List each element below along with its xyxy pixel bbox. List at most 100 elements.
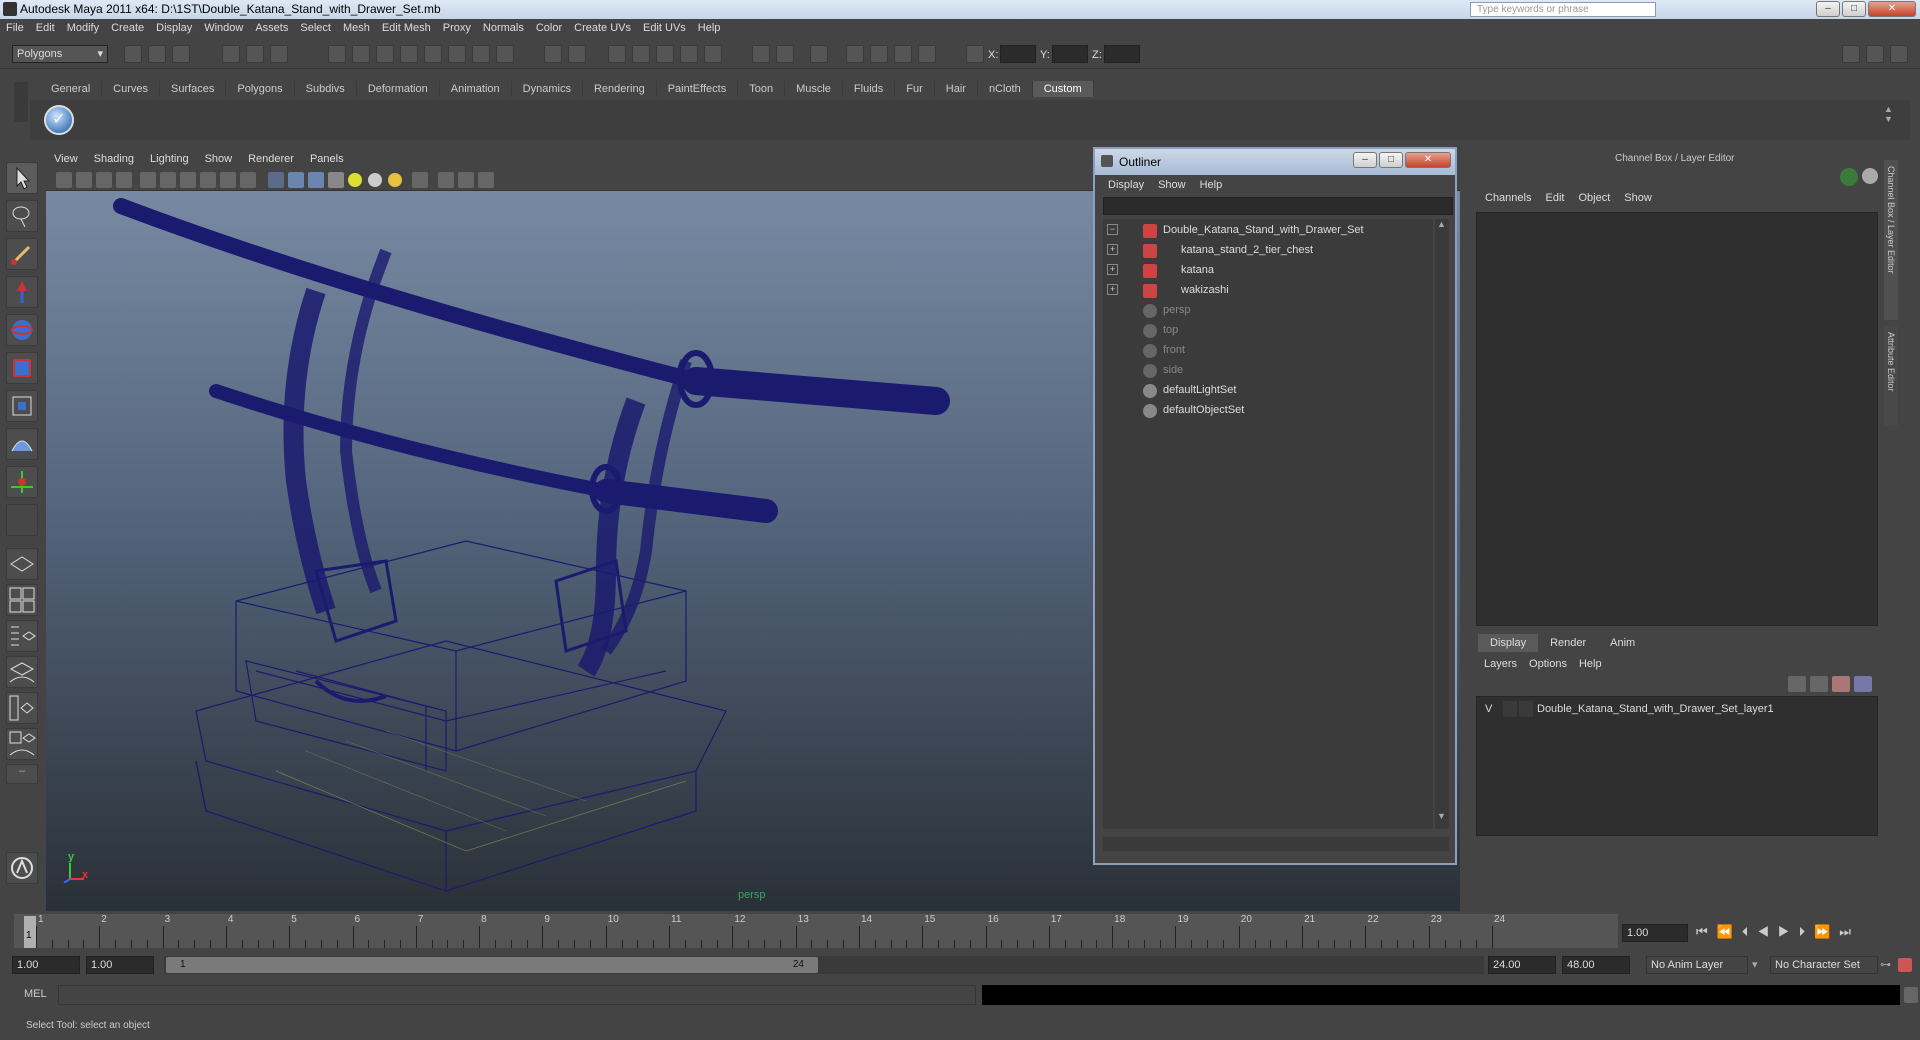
render-current-icon[interactable] (608, 45, 626, 63)
menu-normals[interactable]: Normals (477, 19, 530, 37)
shelf-scroll-icon[interactable]: ▲ ▼ (1884, 104, 1896, 134)
attribute-editor-side-tab[interactable]: Attribute Editor (1884, 326, 1898, 426)
wireframe-icon[interactable] (268, 172, 284, 188)
search-input[interactable]: Type keywords or phrase (1470, 2, 1656, 17)
camera-select-icon[interactable] (56, 172, 72, 188)
z-field[interactable] (1104, 45, 1140, 63)
save-scene-icon[interactable] (172, 45, 190, 63)
menu-file[interactable]: File (0, 19, 30, 37)
viewport-menu-renderer[interactable]: Renderer (240, 151, 302, 167)
shelf-tab-deformation[interactable]: Deformation (357, 81, 440, 97)
shelf-tab-subdivs[interactable]: Subdivs (295, 81, 357, 97)
layer-new-empty-icon[interactable] (1854, 676, 1872, 692)
time-slider[interactable]: 1 1 2 3 4 5 6 7 8 9 10 11 12 13 14 15 16 17 18 19 20 21 22 23 2… (0, 912, 1920, 950)
expand-icon[interactable]: + (1107, 244, 1118, 255)
universal-manip-icon[interactable] (6, 390, 38, 422)
marquee-icon[interactable] (568, 45, 586, 63)
range-slider-track[interactable]: 1 24 (164, 956, 1484, 974)
layer-name[interactable]: Double_Katana_Stand_with_Drawer_Set_laye… (1537, 703, 1774, 715)
textured-icon[interactable] (328, 172, 344, 188)
mode-selector[interactable]: Polygons ▾ (12, 45, 108, 63)
layer-create-selected-icon[interactable] (1832, 676, 1850, 692)
image-plane-icon[interactable] (116, 172, 132, 188)
soft-mod-tool-icon[interactable] (6, 428, 38, 460)
checkmark-shelf-icon[interactable]: ✓ (44, 105, 74, 135)
open-scene-icon[interactable] (148, 45, 166, 63)
animation-start-field[interactable]: 1.00 (12, 956, 80, 974)
viewport-menu-show[interactable]: Show (197, 151, 241, 167)
current-time-marker[interactable]: 1 (24, 916, 36, 948)
use-default-light-icon[interactable] (348, 173, 362, 187)
layer-type-toggle[interactable] (1503, 701, 1517, 717)
character-set-selector[interactable]: No Character Set (1770, 956, 1878, 974)
layer-menu-layers[interactable]: Layers (1478, 656, 1523, 672)
outliner-layout-icon[interactable] (6, 620, 38, 652)
expand-icon[interactable]: + (1107, 264, 1118, 275)
show-manipulator-icon[interactable] (6, 466, 38, 498)
outliner-menu-show[interactable]: Show (1151, 177, 1193, 193)
collapse-icon[interactable]: − (1107, 224, 1118, 235)
grid-icon[interactable] (140, 172, 156, 188)
outliner-item[interactable]: persp (1103, 301, 1423, 321)
menu-mesh[interactable]: Mesh (337, 19, 376, 37)
menu-display[interactable]: Display (150, 19, 198, 37)
menu-modify[interactable]: Modify (61, 19, 105, 37)
outliner-item[interactable]: front (1103, 341, 1423, 361)
outliner-item[interactable]: defaultLightSet (1103, 381, 1423, 401)
shelf-tab-toon[interactable]: Toon (738, 81, 786, 97)
snap-curve-icon[interactable] (352, 45, 370, 63)
channel-box-toggle-icon[interactable] (1866, 45, 1884, 63)
layer-visibility-toggle[interactable]: V (1485, 703, 1492, 715)
graph-layout-icon[interactable] (6, 656, 38, 688)
outliner-minimize-button[interactable]: – (1353, 152, 1377, 168)
go-to-start-icon[interactable]: ⏮ (1696, 924, 1717, 939)
scroll-down-icon[interactable]: ▼ (1437, 811, 1446, 821)
step-forward-key-icon[interactable]: ⏵ (1799, 924, 1815, 939)
single-pane-layout-icon[interactable] (6, 548, 38, 580)
outliner-item[interactable]: + katana_stand_2_tier_chest (1103, 241, 1423, 261)
channel-menu-edit[interactable]: Edit (1538, 190, 1571, 206)
move-tool-icon[interactable] (6, 276, 38, 308)
play-backwards-icon[interactable]: ◀ (1757, 924, 1778, 939)
render-settings-icon[interactable] (656, 45, 674, 63)
menu-edit-mesh[interactable]: Edit Mesh (376, 19, 437, 37)
outliner-vscrollbar[interactable]: ▲ ▼ (1435, 219, 1449, 829)
render-view-icon[interactable] (704, 45, 722, 63)
chevron-down-icon[interactable]: ▾ (1752, 958, 1758, 971)
xray-icon[interactable] (438, 172, 454, 188)
output-line-icon[interactable] (776, 45, 794, 63)
viewport-menu-lighting[interactable]: Lighting (142, 151, 197, 167)
playback-start-field[interactable]: 1.00 (86, 956, 154, 974)
shelf-tab-hair[interactable]: Hair (935, 81, 978, 97)
sidebar-toggle-icon[interactable] (810, 45, 828, 63)
layer-create-icon[interactable] (1810, 676, 1828, 692)
outliner-menu-help[interactable]: Help (1193, 177, 1230, 193)
lasso-tool-icon[interactable] (6, 200, 38, 232)
film-gate-icon[interactable] (160, 172, 176, 188)
menu-help[interactable]: Help (692, 19, 727, 37)
hud-icon[interactable] (478, 172, 494, 188)
shelf-tab-fluids[interactable]: Fluids (843, 81, 896, 97)
isolate-select-icon[interactable] (412, 172, 428, 188)
paint-select-tool-icon[interactable] (6, 238, 38, 270)
layer-tab-anim[interactable]: Anim (1598, 634, 1647, 652)
channel-box-side-tab[interactable]: Channel Box / Layer Editor (1884, 160, 1898, 320)
outliner-maximize-button[interactable]: □ (1379, 152, 1403, 168)
outliner-hscrollbar[interactable] (1103, 837, 1449, 851)
shelf-tab-rendering[interactable]: Rendering (583, 81, 657, 97)
key-icon[interactable]: ⊶ (1880, 958, 1891, 971)
snap-grid-icon[interactable] (328, 45, 346, 63)
select-hierarchy-icon[interactable] (222, 45, 240, 63)
shelf-tab-ncloth[interactable]: nCloth (978, 81, 1033, 97)
menu-create-uvs[interactable]: Create UVs (568, 19, 637, 37)
outliner-filter-input[interactable] (1103, 197, 1453, 215)
input-line-icon[interactable] (752, 45, 770, 63)
close-button[interactable]: ✕ (1868, 1, 1916, 17)
step-back-frame-icon[interactable]: ⏪ (1717, 924, 1742, 939)
transform-icon[interactable] (918, 45, 936, 63)
menu-select[interactable]: Select (294, 19, 337, 37)
shelf-tab-painteffects[interactable]: PaintEffects (657, 81, 739, 97)
shelf-menu-icon[interactable] (14, 82, 28, 122)
viewport-menu-panels[interactable]: Panels (302, 151, 352, 167)
menu-color[interactable]: Color (530, 19, 568, 37)
